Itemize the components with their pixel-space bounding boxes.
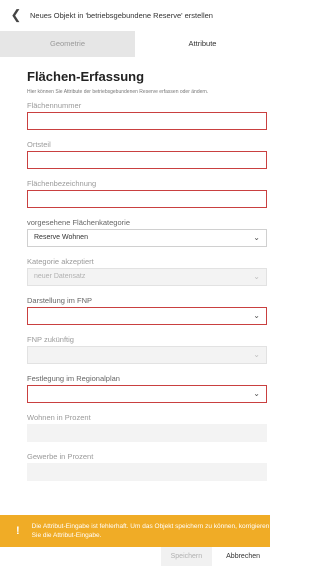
field-fnp-zukuenftig: FNP zukünftig ⌄ (27, 334, 267, 364)
field-gewerbe-prozent: Gewerbe in Prozent (27, 451, 267, 481)
footer: Speichern Abbrechen (0, 547, 270, 566)
wohnen-prozent-label: Wohnen in Prozent (27, 413, 91, 422)
field-darstellung-fnp: Darstellung im FNP ⌄ (27, 295, 267, 325)
darstellung-fnp-label: Darstellung im FNP (27, 296, 93, 305)
save-button[interactable]: Speichern (160, 547, 213, 566)
fnp-zukuenftig-label: FNP zukünftig (27, 335, 74, 344)
field-regionalplan: Festlegung im Regionalplan ⌄ (27, 373, 267, 403)
chevron-down-icon: ⌄ (253, 272, 260, 281)
chevron-down-icon: ⌄ (253, 389, 260, 398)
tab-attribute[interactable]: Attribute (135, 31, 270, 57)
form-content: Flächen-Erfassung Hier können Sie Attrib… (0, 57, 270, 515)
tab-bar: Geometrie Attribute (0, 31, 270, 57)
kategorie-akzeptiert-label: Kategorie akzeptiert (27, 257, 94, 266)
chevron-down-icon: ⌄ (253, 233, 260, 242)
flaechenkategorie-select[interactable]: Reserve Wohnen ⌄ (27, 229, 267, 247)
tab-geometrie[interactable]: Geometrie (0, 31, 135, 57)
regionalplan-label: Festlegung im Regionalplan (27, 374, 120, 383)
page-title: Neues Objekt in 'betriebsgebundene Reser… (30, 10, 213, 20)
flaechenbezeichnung-label: Flächenbezeichnung (27, 179, 97, 188)
flaechennummer-input[interactable] (27, 112, 267, 130)
ortsteil-label: Ortsteil (27, 140, 51, 149)
regionalplan-select[interactable]: ⌄ (27, 385, 267, 403)
gewerbe-prozent-label: Gewerbe in Prozent (27, 452, 94, 461)
chevron-down-icon: ⌄ (253, 311, 260, 320)
field-flaechenkategorie: vorgesehene Flächenkategorie Reserve Woh… (27, 217, 267, 247)
cancel-button[interactable]: Abbrechen (216, 547, 270, 566)
chevron-down-icon: ⌄ (253, 350, 260, 359)
header: ❮ Neues Objekt in 'betriebsgebundene Res… (0, 0, 270, 30)
error-banner: ! Die Attribut-Eingabe ist fehlerhaft. U… (0, 515, 270, 547)
field-ortsteil: Ortsteil (27, 139, 267, 169)
kategorie-akzeptiert-select: neuer Datensatz ⌄ (27, 268, 267, 286)
flaechenbezeichnung-input[interactable] (27, 190, 267, 208)
form-description: Hier können Sie Attribute der betriebsge… (27, 89, 209, 95)
kategorie-akzeptiert-value: neuer Datensatz (34, 273, 86, 280)
flaechenkategorie-label: vorgesehene Flächenkategorie (27, 218, 130, 227)
fnp-zukuenftig-select: ⌄ (27, 346, 267, 364)
chevron-left-icon[interactable]: ❮ (8, 7, 24, 23)
ortsteil-input[interactable] (27, 151, 267, 169)
wohnen-prozent-input (27, 424, 267, 442)
gewerbe-prozent-input (27, 463, 267, 481)
field-kategorie-akzeptiert: Kategorie akzeptiert neuer Datensatz ⌄ (27, 256, 267, 286)
field-wohnen-prozent: Wohnen in Prozent (27, 412, 267, 442)
darstellung-fnp-select[interactable]: ⌄ (27, 307, 267, 325)
warning-icon: ! (16, 525, 20, 537)
field-flaechenbezeichnung: Flächenbezeichnung (27, 178, 267, 208)
form-heading: Flächen-Erfassung (27, 69, 145, 84)
field-flaechennummer: Flächennummer (27, 100, 267, 130)
error-banner-text: Die Attribut-Eingabe ist fehlerhaft. Um … (31, 523, 270, 539)
flaechenkategorie-value: Reserve Wohnen (34, 234, 88, 241)
flaechennummer-label: Flächennummer (27, 101, 82, 110)
